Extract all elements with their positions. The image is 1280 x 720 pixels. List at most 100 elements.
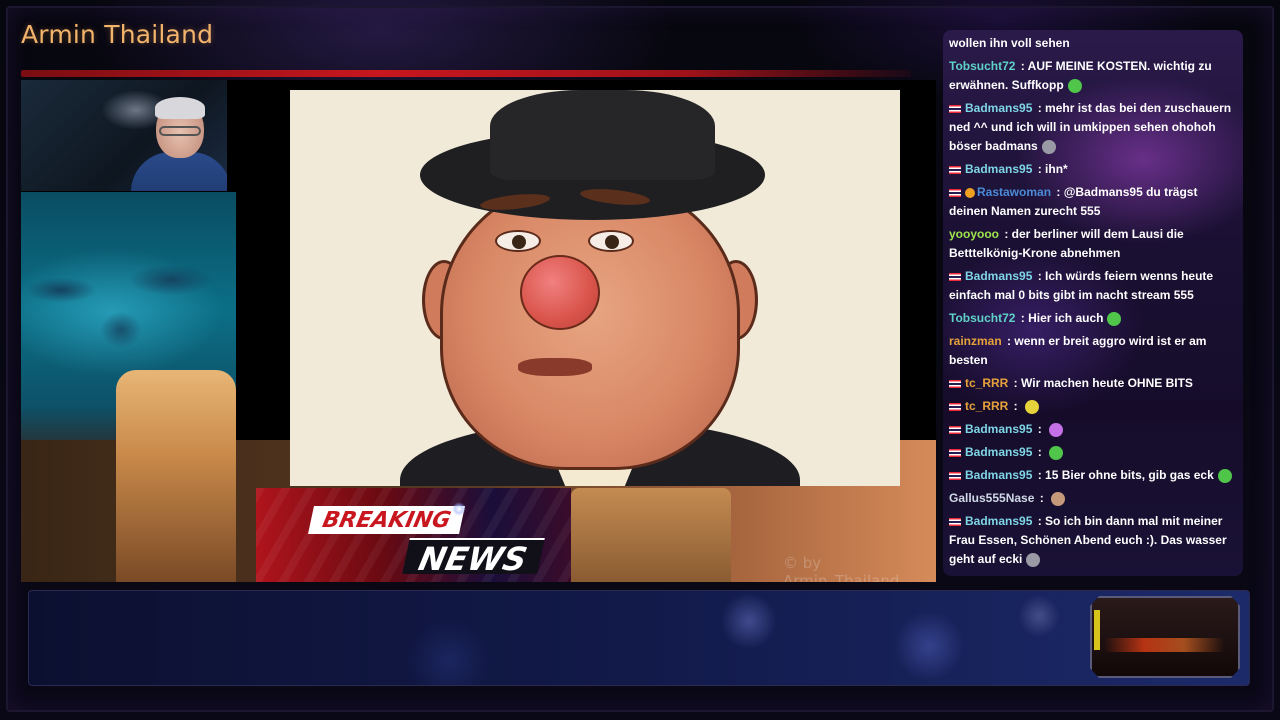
green-face-emote-icon [1217, 468, 1232, 483]
chat-username[interactable]: Badmans95 [965, 101, 1032, 115]
chat-message: wollen ihn voll sehen [949, 34, 1239, 53]
green-face-emote-icon [1107, 311, 1122, 326]
chat-username[interactable]: Badmans95 [965, 162, 1032, 176]
chat-username[interactable]: Gallus555Nase [949, 491, 1034, 505]
grey-emote-icon [1026, 552, 1041, 567]
widget-accent [1094, 610, 1100, 650]
toon-nose [520, 255, 600, 330]
toon-pupil [605, 235, 619, 249]
thailand-flag-icon [949, 104, 961, 113]
chat-separator: : [1010, 399, 1022, 413]
chat-username[interactable]: Badmans95 [965, 422, 1032, 436]
chat-separator: : [1003, 334, 1015, 348]
toon-eye-left [495, 230, 541, 252]
grey-emote-icon [1041, 139, 1056, 154]
chat-separator: : [1034, 162, 1046, 176]
chat-separator: : [1017, 311, 1029, 325]
studio-desk [116, 370, 236, 582]
chat-separator: : [1034, 514, 1046, 528]
studio-desk-right [571, 488, 731, 582]
chat-text: 15 Bier ohne bits, gib gas eck [1045, 468, 1214, 482]
breaking-news-graphic: BREAKING NEWS [256, 488, 571, 582]
chat-message: Badmans95 : mehr ist das bei den zuschau… [949, 99, 1239, 156]
main-stage: BREAKING NEWS © by Armin_Thailand [21, 80, 936, 582]
toon-mouth [518, 358, 592, 376]
chat-username[interactable]: rainzman [949, 334, 1002, 348]
cat-emote-icon [1051, 491, 1066, 506]
chat-text: ihn* [1045, 162, 1068, 176]
channel-title: Armin Thailand [21, 20, 214, 49]
chat-text: wollen ihn voll sehen [949, 36, 1070, 50]
toon-eye-right [588, 230, 634, 252]
thailand-flag-icon [949, 448, 961, 457]
chat-separator: : [1034, 445, 1046, 459]
studio-world-map [21, 250, 236, 360]
thailand-flag-icon [949, 188, 961, 197]
alert-widget [1090, 596, 1240, 678]
thailand-flag-icon [949, 379, 961, 388]
chat-username[interactable]: Badmans95 [965, 269, 1032, 283]
widget-glow [1104, 638, 1224, 652]
chat-panel: wollen ihn voll sehen Tobsucht72 : AUF ME… [943, 30, 1243, 576]
chat-message: tc_RRR : Wir machen heute OHNE BITS [949, 374, 1239, 393]
thailand-flag-icon [949, 272, 961, 281]
thailand-flag-icon [949, 402, 961, 411]
chat-separator: : [1034, 422, 1046, 436]
green-face-emote-icon [1067, 78, 1082, 93]
chat-username[interactable]: tc_RRR [965, 399, 1008, 413]
chat-username[interactable]: Tobsucht72 [949, 311, 1015, 325]
chat-separator: : [1001, 227, 1012, 241]
chat-message: Badmans95 : ihn* [949, 160, 1239, 179]
subscriber-badge-icon [965, 187, 975, 198]
chat-separator: : [1010, 376, 1022, 390]
cartoon-video [290, 90, 900, 486]
toon-pupil [512, 235, 526, 249]
yellow-emote-icon [1025, 399, 1040, 414]
chat-username[interactable]: Badmans95 [965, 445, 1032, 459]
chat-message: Rastawoman : @Badmans95 du trägst deinen… [949, 183, 1239, 221]
thailand-flag-icon [949, 425, 961, 434]
chat-separator: : [1034, 269, 1046, 283]
sparkle-icon [452, 502, 466, 516]
chat-message: Badmans95 : [949, 420, 1239, 439]
breaking-label: BREAKING [308, 506, 466, 534]
chat-separator: : [1036, 491, 1048, 505]
chat-message: Badmans95 : 15 Bier ohne bits, gib gas e… [949, 466, 1239, 485]
chat-message: yooyooo : der berliner will dem Lausi di… [949, 225, 1239, 263]
purple-emote-icon [1049, 422, 1064, 437]
chat-message: rainzman : wenn er breit aggro wird ist … [949, 332, 1239, 370]
chat-text: Hier ich auch [1028, 311, 1104, 325]
thailand-flag-icon [949, 165, 961, 174]
chat-separator: : [1053, 185, 1064, 199]
chat-text: Wir machen heute OHNE BITS [1021, 376, 1193, 390]
toon-face [440, 180, 740, 470]
chat-username[interactable]: Tobsucht72 [949, 59, 1015, 73]
chat-message-list: wollen ihn voll sehen Tobsucht72 : AUF ME… [949, 34, 1239, 573]
chat-username[interactable]: tc_RRR [965, 376, 1008, 390]
chat-username[interactable]: yooyooo [949, 227, 999, 241]
chat-username[interactable]: Badmans95 [965, 514, 1032, 528]
chat-message: Badmans95 : [949, 443, 1239, 462]
webcam-feed [21, 80, 227, 191]
chat-separator: : [1017, 59, 1028, 73]
chat-username[interactable]: Rastawoman [977, 185, 1051, 199]
chat-message: Tobsucht72 : AUF MEINE KOSTEN. wichtig z… [949, 57, 1239, 95]
streamer-hair [155, 97, 205, 119]
chat-message: Badmans95 : So ich bin dann mal mit mein… [949, 512, 1239, 569]
chat-separator: : [1034, 468, 1046, 482]
title-underline-bar [21, 70, 911, 77]
chat-username[interactable]: Badmans95 [965, 468, 1032, 482]
thailand-flag-icon [949, 471, 961, 480]
watermark-text: © by Armin_Thailand [783, 554, 900, 582]
toon-hat-crown [490, 90, 715, 180]
chat-separator: : [1034, 101, 1046, 115]
bottom-bar [28, 590, 1250, 686]
green-face-emote-icon [1049, 445, 1064, 460]
thailand-flag-icon [949, 517, 961, 526]
chat-message: Tobsucht72 : Hier ich auch [949, 309, 1239, 328]
streamer-glasses [159, 126, 201, 136]
chat-message: Gallus555Nase : [949, 489, 1239, 508]
chat-message: Badmans95 : Ich würds feiern wenns heute… [949, 267, 1239, 305]
chat-message: tc_RRR : [949, 397, 1239, 416]
news-label: NEWS [402, 538, 545, 578]
